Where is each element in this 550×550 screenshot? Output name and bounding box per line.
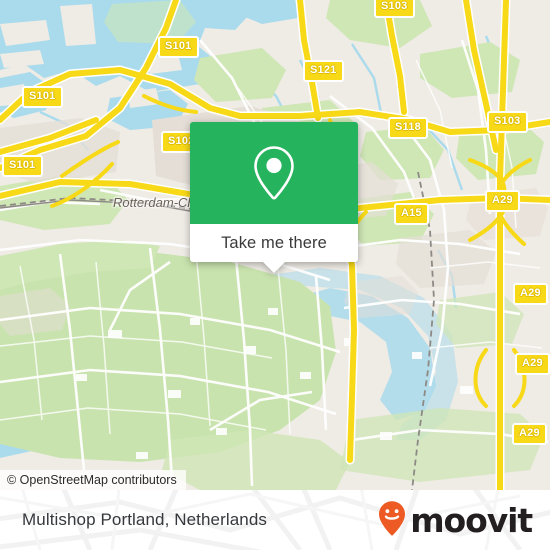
map-canvas[interactable]: Rotterdam-Ch S101 S101 S101 S102 S121 S1… <box>0 0 550 490</box>
road-shield-s101-a: S101 <box>158 36 199 58</box>
road-shield-s101-b: S101 <box>22 86 63 108</box>
popup-tail <box>263 262 285 273</box>
moovit-logo[interactable]: moovit <box>377 500 533 541</box>
location-pin-icon <box>251 144 297 202</box>
map-attribution[interactable]: © OpenStreetMap contributors <box>0 470 186 490</box>
road-shield-s101-c: S101 <box>2 155 43 177</box>
popup-header <box>190 122 358 224</box>
road-shield-s103-b: S103 <box>487 111 528 133</box>
popup-footer[interactable]: Take me there <box>190 224 358 273</box>
road-shield-a29-a: A29 <box>485 190 520 212</box>
place-title: Multishop Portland, Netherlands <box>22 510 268 529</box>
moovit-wordmark: moovit <box>410 500 533 540</box>
moovit-smiley-pin-icon <box>377 500 407 541</box>
road-shield-a15: A15 <box>394 203 429 225</box>
footer-content: Multishop Portland, Netherlands moovit <box>0 490 550 550</box>
take-me-there-label: Take me there <box>221 233 327 252</box>
road-shield-a29-d: A29 <box>512 423 547 445</box>
road-shield-a29-b: A29 <box>513 283 548 305</box>
road-shield-s118: S118 <box>388 117 428 139</box>
footer-bar: Multishop Portland, Netherlands moovit <box>0 490 550 550</box>
map-marker-popup[interactable]: Take me there <box>190 122 358 273</box>
road-shield-s121: S121 <box>303 60 344 82</box>
road-shield-s103-a: S103 <box>374 0 415 18</box>
map-page: Rotterdam-Ch S101 S101 S101 S102 S121 S1… <box>0 0 550 550</box>
road-shield-a29-c: A29 <box>515 353 550 375</box>
map-place-label: Rotterdam-Ch <box>113 195 195 210</box>
